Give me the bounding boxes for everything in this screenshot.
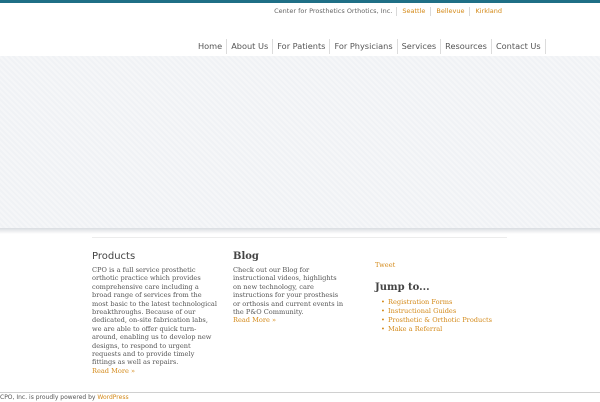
products-read-more-link[interactable]: Read More » bbox=[92, 367, 217, 375]
tweet-link[interactable]: Tweet bbox=[375, 261, 395, 269]
footer-divider bbox=[0, 392, 600, 393]
jump-link-make-a-referral[interactable]: Make a Referral bbox=[375, 325, 492, 334]
jump-to-list: Registration Forms Instructional Guides … bbox=[375, 298, 492, 334]
jump-link-products[interactable]: Prosthetic & Orthotic Products bbox=[375, 316, 492, 325]
jump-link-instructional-guides[interactable]: Instructional Guides bbox=[375, 307, 492, 316]
hero-shadow bbox=[0, 228, 600, 234]
jump-link-registration-forms[interactable]: Registration Forms bbox=[375, 298, 492, 307]
nav-item-home[interactable]: Home bbox=[194, 39, 228, 54]
utility-bar: Center for Prosthetics Orthotics, Inc. Se… bbox=[274, 7, 507, 16]
products-body: CPO is a full service prosthetic orthoti… bbox=[92, 266, 217, 367]
nav-item-services[interactable]: Services bbox=[398, 39, 442, 54]
nav-item-resources[interactable]: Resources bbox=[441, 39, 492, 54]
hero-banner bbox=[0, 56, 600, 228]
company-name: Center for Prosthetics Orthotics, Inc. bbox=[274, 7, 393, 15]
products-column: Products CPO is a full service prostheti… bbox=[92, 250, 217, 375]
blog-column: Blog Check out our Blog for instructiona… bbox=[233, 250, 345, 325]
blog-body: Check out our Blog for instructional vid… bbox=[233, 266, 344, 317]
top-accent-bar bbox=[0, 0, 600, 3]
nav-item-about-us[interactable]: About Us bbox=[227, 39, 274, 54]
location-link-kirkland[interactable]: Kirkland bbox=[469, 7, 507, 16]
location-link-bellevue[interactable]: Bellevue bbox=[430, 7, 469, 16]
main-nav: Home About Us For Patients For Physician… bbox=[194, 39, 546, 54]
location-link-seattle[interactable]: Seattle bbox=[396, 7, 430, 16]
nav-item-for-patients[interactable]: For Patients bbox=[273, 39, 331, 54]
nav-item-contact-us[interactable]: Contact Us bbox=[492, 39, 546, 54]
jump-to-heading: Jump to... bbox=[375, 282, 430, 293]
blog-heading: Blog bbox=[233, 251, 259, 262]
blog-read-more-link[interactable]: Read More » bbox=[233, 316, 345, 324]
content-divider bbox=[92, 237, 507, 238]
products-heading: Products bbox=[92, 251, 136, 262]
nav-item-for-physicians[interactable]: For Physicians bbox=[330, 39, 398, 54]
footer: CPO, Inc. is proudly powered by WordPres… bbox=[0, 394, 129, 402]
